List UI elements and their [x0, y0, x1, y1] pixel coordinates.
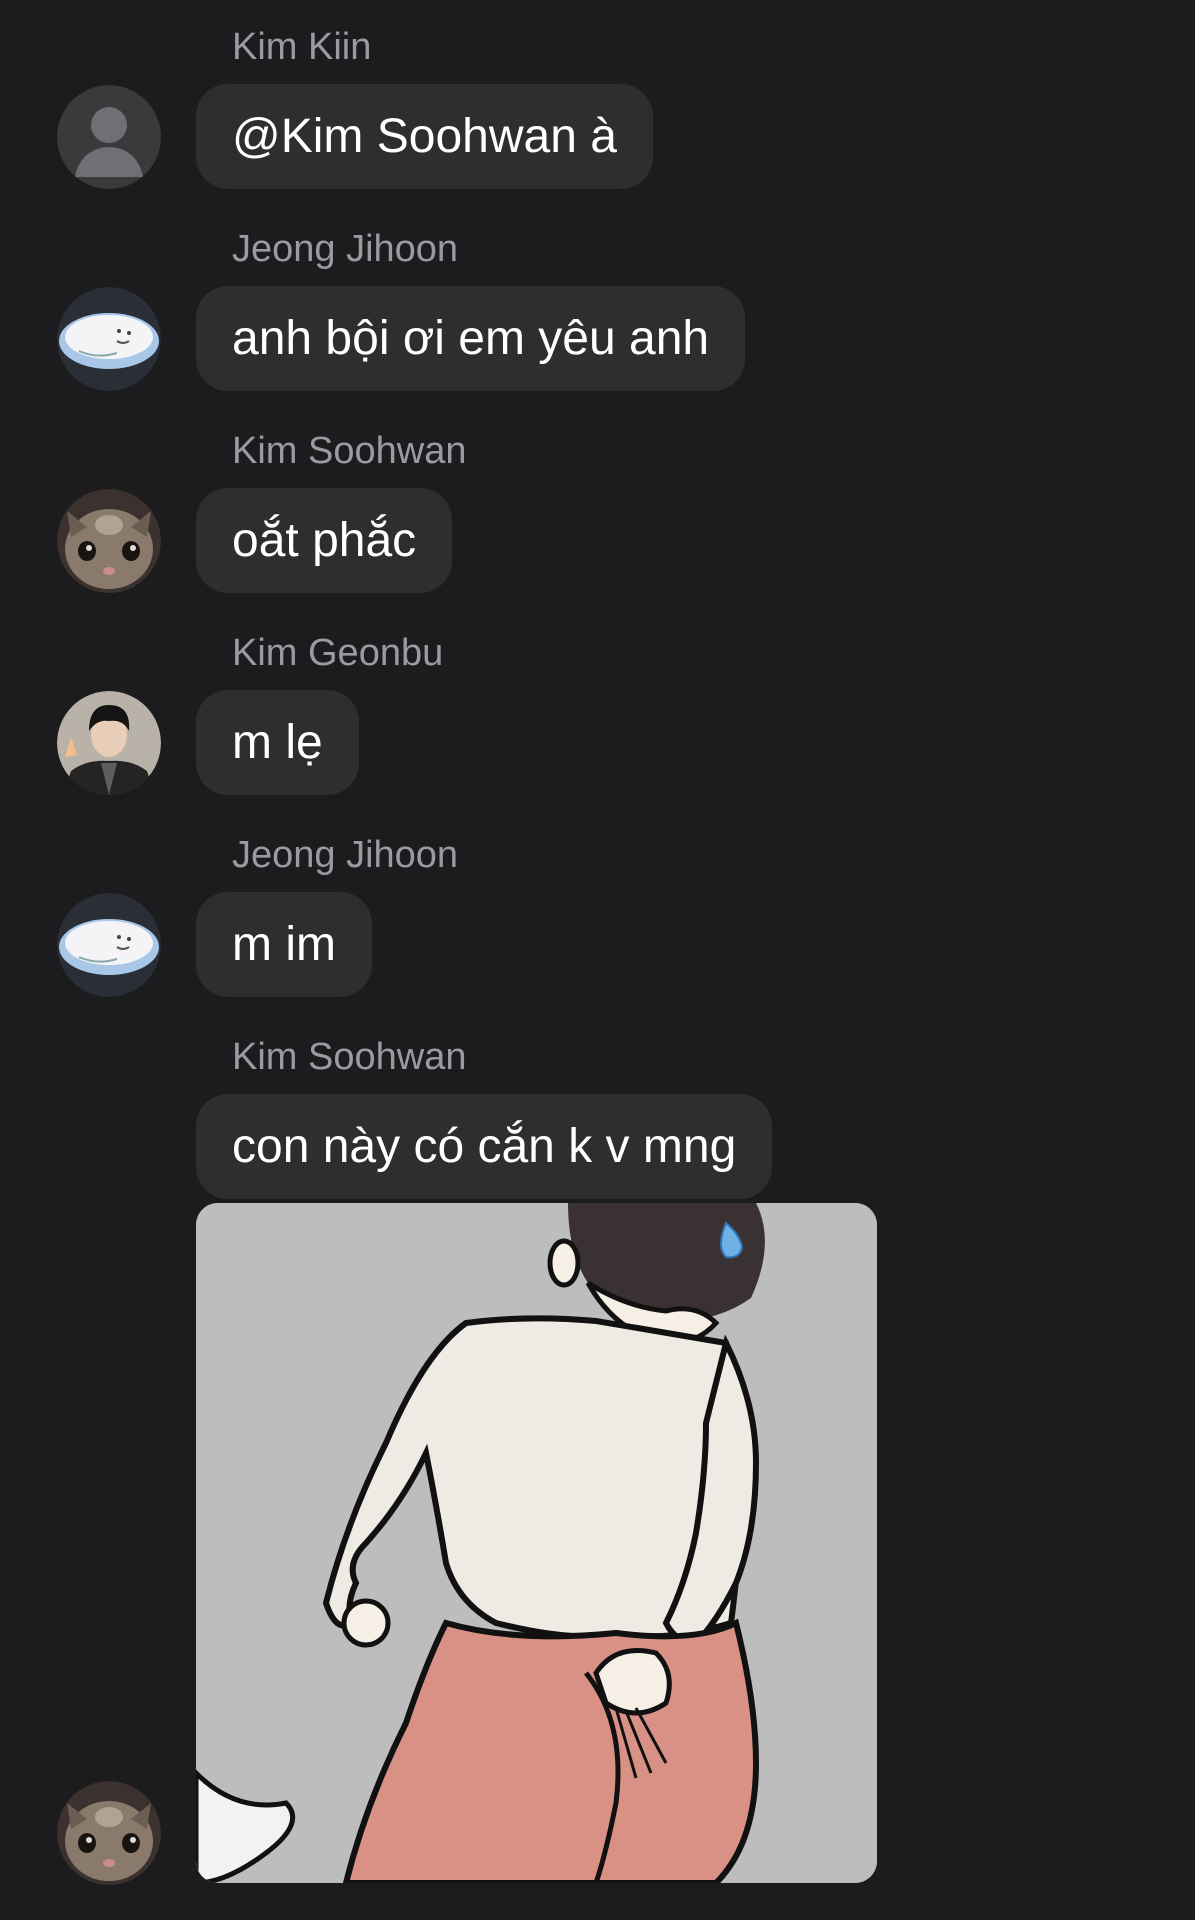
person-photo-avatar[interactable]: [57, 691, 161, 795]
message-bubble[interactable]: @Kim Soohwan à: [196, 84, 653, 189]
default-person-icon[interactable]: [57, 85, 161, 189]
cloud-avatar[interactable]: [57, 893, 161, 997]
sender-name: Kim Soohwan: [232, 430, 467, 472]
sender-name: Kim Soohwan: [232, 1036, 467, 1078]
message-bubble[interactable]: con này có cắn k v mng: [196, 1094, 773, 1199]
chat-thread: Kim Kiin @Kim Soohwan à Jeong Jihoon anh…: [0, 0, 1195, 1920]
cartoon-sticker-image[interactable]: [196, 1203, 877, 1883]
sender-name: Jeong Jihoon: [232, 228, 459, 270]
message-bubble[interactable]: anh bội ơi em yêu anh: [196, 286, 746, 391]
cat-avatar[interactable]: [57, 489, 161, 593]
cloud-avatar[interactable]: [57, 287, 161, 391]
message-bubble[interactable]: m im: [196, 892, 372, 997]
message-bubble[interactable]: m lẹ: [196, 690, 359, 795]
sender-name: Kim Kiin: [232, 26, 372, 68]
sender-name: Jeong Jihoon: [232, 834, 459, 876]
sender-name: Kim Geonbu: [232, 632, 444, 674]
cat-avatar[interactable]: [57, 1781, 161, 1885]
message-bubble[interactable]: oắt phắc: [196, 488, 453, 593]
